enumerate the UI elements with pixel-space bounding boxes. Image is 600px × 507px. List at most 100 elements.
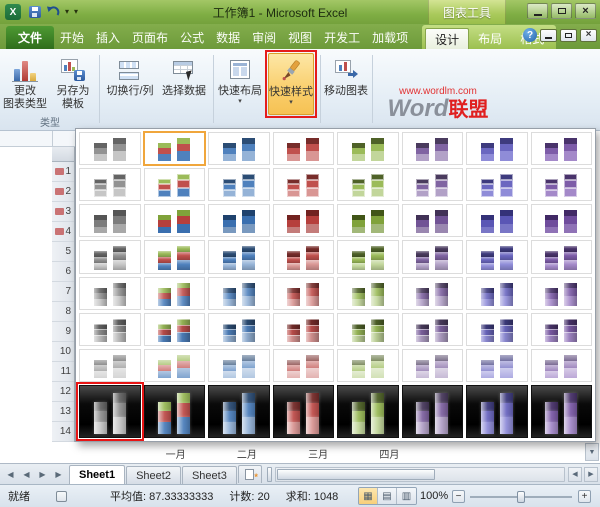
switch-row-column-button[interactable]: 切换行/列 xyxy=(103,52,157,116)
chart-style-thumbnail[interactable] xyxy=(402,385,464,438)
view-button[interactable]: ▤ xyxy=(378,488,397,504)
undo-button[interactable] xyxy=(45,4,61,20)
chart-style-thumbnail[interactable] xyxy=(466,132,528,165)
chart-style-thumbnail[interactable] xyxy=(531,349,593,382)
chart-style-thumbnail[interactable] xyxy=(337,277,399,310)
horizontal-scrollbar[interactable] xyxy=(275,467,565,482)
chart-style-thumbnail[interactable] xyxy=(144,168,206,201)
chart-style-thumbnail[interactable] xyxy=(79,313,141,346)
chart-style-thumbnail[interactable] xyxy=(531,385,593,438)
ribbon-tab[interactable]: 插入 xyxy=(90,26,126,49)
chart-style-thumbnail[interactable] xyxy=(337,313,399,346)
chart-style-thumbnail[interactable] xyxy=(531,313,593,346)
chart-style-thumbnail[interactable] xyxy=(144,240,206,273)
chart-style-thumbnail[interactable] xyxy=(273,132,335,165)
chart-style-thumbnail[interactable] xyxy=(144,313,206,346)
chart-style-thumbnail[interactable] xyxy=(208,132,270,165)
row-header[interactable]: 11 xyxy=(52,362,74,382)
ribbon-tab-contextual[interactable]: 布局 xyxy=(469,28,511,49)
close-button[interactable]: × xyxy=(575,3,596,19)
scroll-right-button[interactable]: ▶ xyxy=(584,467,598,482)
select-all-corner[interactable] xyxy=(52,147,75,162)
chart-style-thumbnail[interactable] xyxy=(466,277,528,310)
chart-style-thumbnail[interactable] xyxy=(466,240,528,273)
chart-style-thumbnail[interactable] xyxy=(273,313,335,346)
workbook-restore-button[interactable] xyxy=(560,29,577,42)
ribbon-tab[interactable]: 开始 xyxy=(54,26,90,49)
chart-style-thumbnail[interactable] xyxy=(273,168,335,201)
chart-style-thumbnail[interactable] xyxy=(144,204,206,237)
ribbon-tab[interactable]: 开发工 xyxy=(318,26,366,49)
select-data-button[interactable]: 选择数据 xyxy=(158,52,210,116)
quick-styles-button[interactable]: 快速样式 ▾ xyxy=(268,53,314,115)
ribbon-tab[interactable]: 公式 xyxy=(174,26,210,49)
chart-style-thumbnail[interactable] xyxy=(531,240,593,273)
chart-style-thumbnail[interactable] xyxy=(208,277,270,310)
chart-style-thumbnail[interactable] xyxy=(208,349,270,382)
ribbon-tab[interactable]: 视图 xyxy=(282,26,318,49)
chart-style-thumbnail[interactable] xyxy=(337,349,399,382)
chart-style-thumbnail[interactable] xyxy=(79,168,141,201)
chart-style-thumbnail[interactable] xyxy=(208,204,270,237)
chart-style-thumbnail[interactable] xyxy=(273,204,335,237)
chart-style-thumbnail[interactable] xyxy=(144,277,206,310)
workbook-close-button[interactable]: × xyxy=(580,29,597,42)
row-header[interactable]: 14 xyxy=(52,422,74,442)
save-as-template-button[interactable]: 另存为模板 xyxy=(50,52,96,116)
ribbon-tab[interactable]: 页面布 xyxy=(126,26,174,49)
scroll-down-button[interactable]: ▼ xyxy=(585,443,599,461)
chart-style-thumbnail[interactable] xyxy=(402,204,464,237)
chart-style-thumbnail[interactable] xyxy=(337,132,399,165)
chart-style-thumbnail[interactable] xyxy=(531,168,593,201)
scroll-left-button[interactable]: ◀ xyxy=(568,467,582,482)
chart-style-thumbnail[interactable] xyxy=(402,349,464,382)
ribbon-tab[interactable]: 审阅 xyxy=(246,26,282,49)
zoom-slider[interactable] xyxy=(470,496,572,498)
view-button[interactable]: ▥ xyxy=(397,488,416,504)
chart-style-thumbnail[interactable] xyxy=(208,385,270,438)
ribbon-tab[interactable]: 加载项 xyxy=(366,26,414,49)
chart-style-thumbnail[interactable] xyxy=(208,313,270,346)
chart-style-thumbnail[interactable] xyxy=(337,385,399,438)
chart-style-thumbnail[interactable] xyxy=(402,132,464,165)
chart-style-thumbnail[interactable] xyxy=(144,132,206,165)
view-button[interactable]: ▦ xyxy=(359,488,378,504)
chart-style-thumbnail[interactable] xyxy=(337,240,399,273)
first-sheet-button[interactable]: ◀ xyxy=(3,466,18,482)
chart-style-thumbnail[interactable] xyxy=(466,168,528,201)
ribbon-tab-contextual[interactable]: 设计 xyxy=(425,28,469,49)
chart-style-thumbnail[interactable] xyxy=(466,204,528,237)
move-chart-button[interactable]: 移动图表 xyxy=(323,52,369,116)
chart-style-thumbnail[interactable] xyxy=(531,277,593,310)
row-header[interactable]: 10 xyxy=(52,342,74,362)
sheet-tab-sheet1[interactable]: Sheet1 xyxy=(69,465,125,484)
row-header[interactable]: 13 xyxy=(52,402,74,422)
chart-style-thumbnail[interactable] xyxy=(79,132,141,165)
chart-style-thumbnail[interactable] xyxy=(208,240,270,273)
row-header[interactable]: 5 xyxy=(52,242,74,262)
chart-style-thumbnail[interactable] xyxy=(273,385,335,438)
excel-app-icon[interactable]: X xyxy=(5,4,21,20)
row-header[interactable]: 12 xyxy=(52,382,74,402)
row-header[interactable]: 9 xyxy=(52,322,74,342)
sheet-tab-sheet3[interactable]: Sheet3 xyxy=(182,466,237,484)
chart-style-thumbnail[interactable] xyxy=(273,349,335,382)
chart-style-thumbnail[interactable] xyxy=(79,204,141,237)
save-button[interactable] xyxy=(28,4,42,20)
next-sheet-button[interactable]: ▶ xyxy=(35,466,50,482)
tab-split-handle[interactable] xyxy=(267,467,272,482)
qat-customize-button[interactable]: ▾ xyxy=(73,4,79,20)
chart-style-thumbnail[interactable] xyxy=(144,385,206,438)
chart-style-thumbnail[interactable] xyxy=(79,240,141,273)
help-button[interactable]: ? xyxy=(523,28,537,42)
chart-style-thumbnail[interactable] xyxy=(337,168,399,201)
row-header[interactable]: 6 xyxy=(52,262,74,282)
maximize-button[interactable] xyxy=(551,3,572,19)
chart-style-thumbnail[interactable] xyxy=(337,204,399,237)
chart-style-thumbnail[interactable] xyxy=(531,204,593,237)
ribbon-tab[interactable]: 数据 xyxy=(210,26,246,49)
chart-style-thumbnail[interactable] xyxy=(402,277,464,310)
prev-sheet-button[interactable]: ◀ xyxy=(19,466,34,482)
row-header[interactable]: 7 xyxy=(52,282,74,302)
sheet-tab-sheet2[interactable]: Sheet2 xyxy=(126,466,181,484)
